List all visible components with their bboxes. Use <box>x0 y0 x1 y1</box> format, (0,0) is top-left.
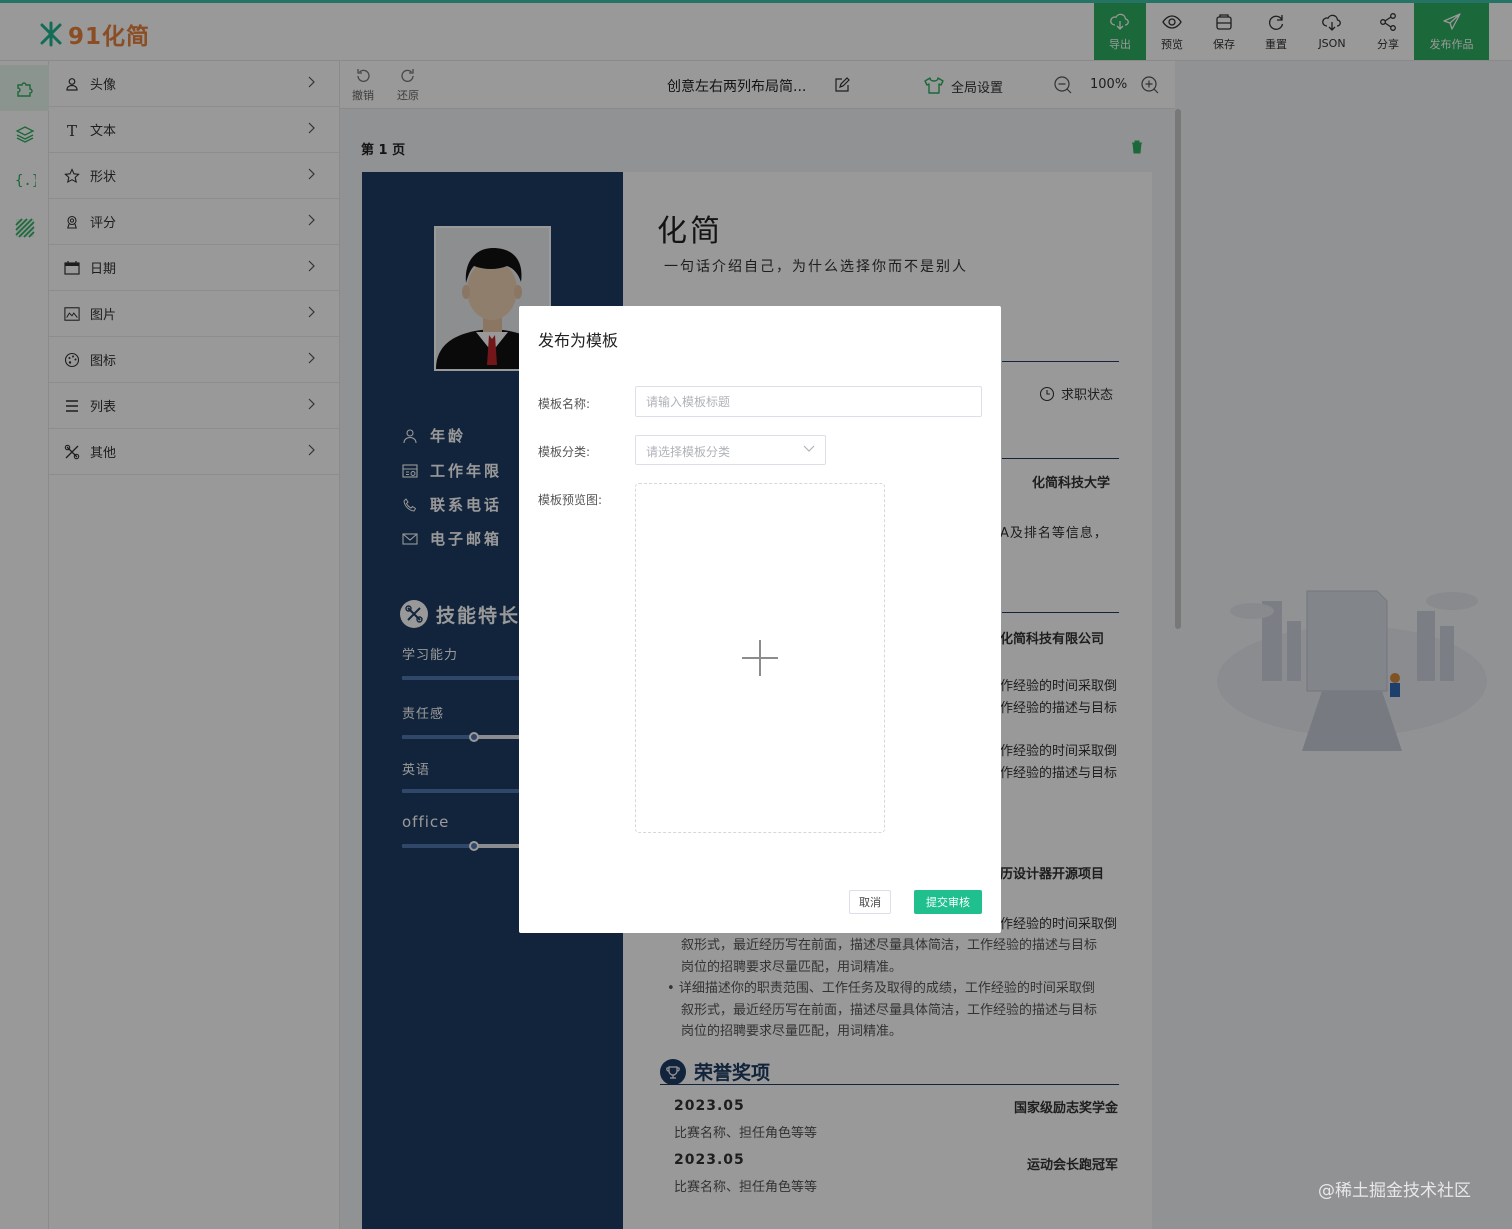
template-name-input[interactable] <box>635 386 982 417</box>
template-category-select[interactable]: 请选择模板分类 <box>635 435 826 465</box>
watermark: @稀土掘金技术社区 <box>1318 1181 1471 1201</box>
chevron-down-icon <box>803 445 815 453</box>
plus-icon <box>740 638 780 678</box>
preview-image-upload[interactable] <box>635 483 885 833</box>
publish-template-dialog: 发布为模板 模板名称: 模板分类: 请选择模板分类 模板预览图: 取消 提交审核 <box>519 306 1001 933</box>
app-root: 91化简 导出 预览 保存 重置 JSON 分享 发布作品 {. 头像 T 文本… <box>0 0 1512 1229</box>
submit-review-button[interactable]: 提交审核 <box>914 890 982 914</box>
dialog-title: 发布为模板 <box>538 331 619 350</box>
template-category-label: 模板分类: <box>538 445 591 459</box>
template-preview-label: 模板预览图: <box>538 493 603 507</box>
template-name-label: 模板名称: <box>538 397 591 411</box>
cancel-button[interactable]: 取消 <box>849 890 891 914</box>
select-placeholder: 请选择模板分类 <box>646 445 731 459</box>
